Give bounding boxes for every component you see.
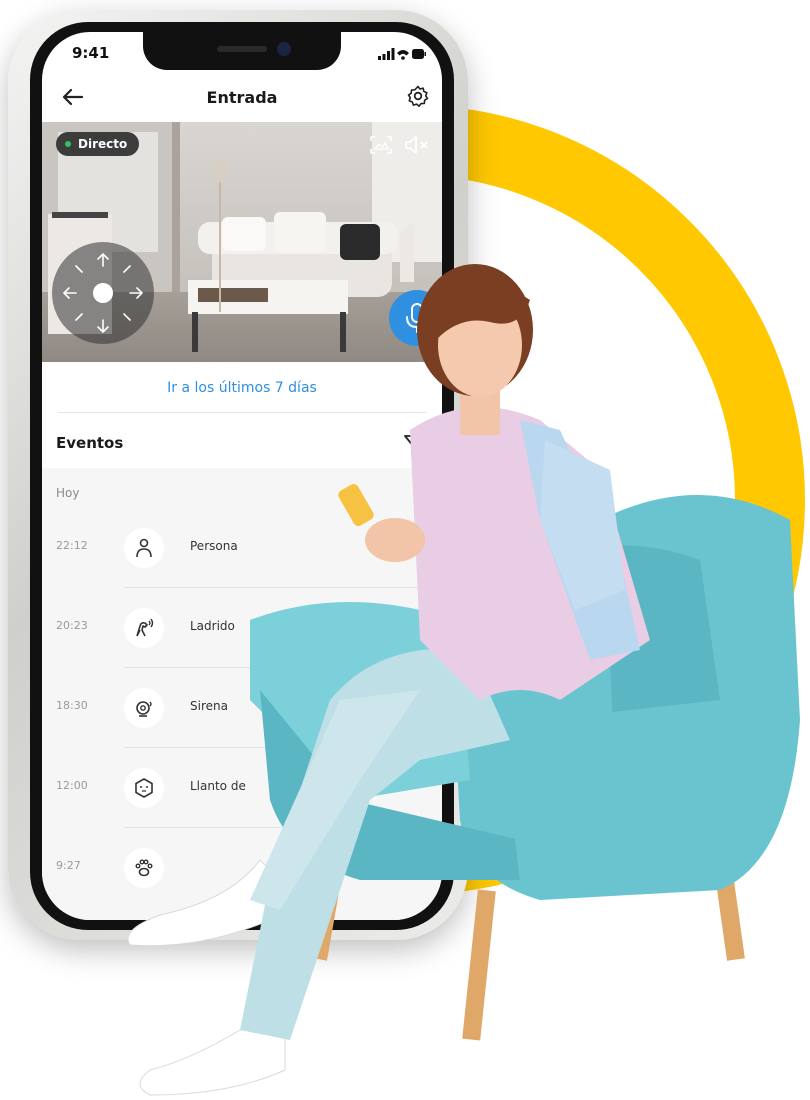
phone-notch bbox=[143, 32, 341, 70]
front-camera bbox=[277, 42, 291, 56]
woman-in-armchair-photo bbox=[127, 264, 800, 1096]
earpiece bbox=[217, 46, 267, 52]
woman bbox=[127, 264, 650, 1096]
